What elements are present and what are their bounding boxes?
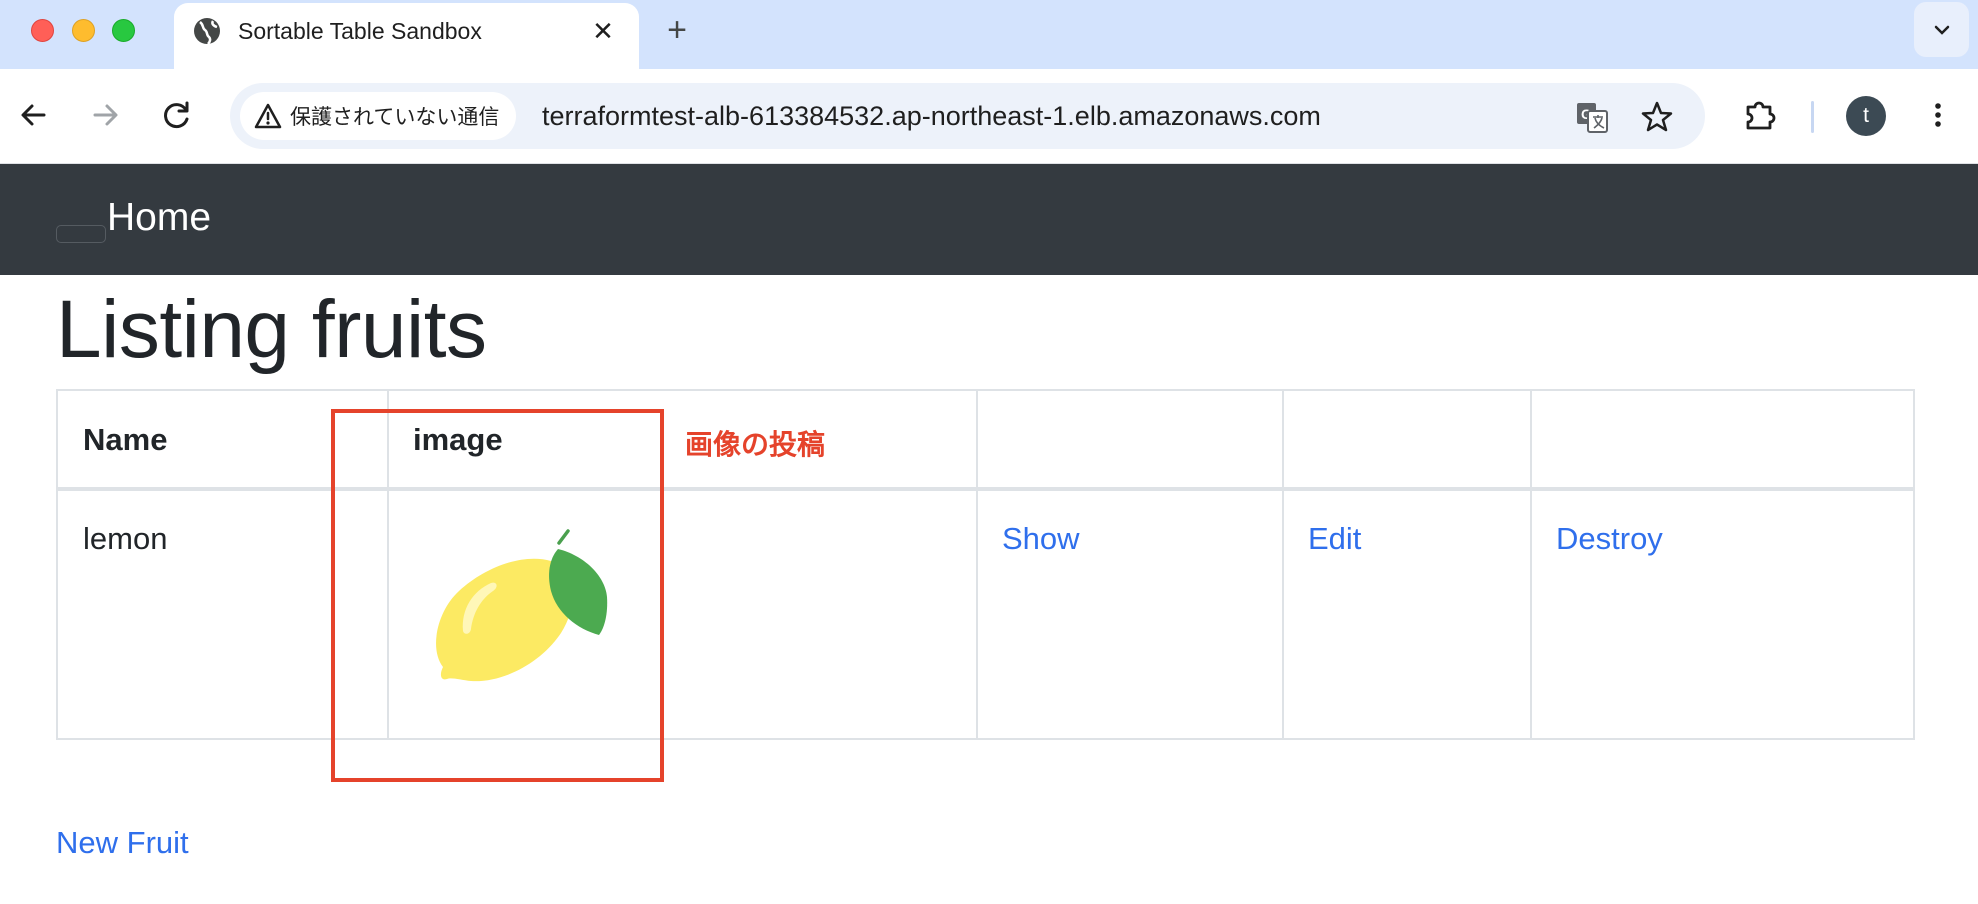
browser-menu-button[interactable] (1918, 95, 1958, 135)
window-close-button[interactable] (31, 19, 54, 42)
annotation-label: 画像の投稿 (685, 429, 826, 460)
security-label: 保護されていない通信 (290, 106, 500, 129)
bookmark-star-icon[interactable] (1640, 100, 1674, 134)
column-divider (1530, 391, 1532, 738)
browser-tab-active[interactable]: Sortable Table Sandbox ✕ (174, 3, 639, 69)
tab-title: Sortable Table Sandbox (238, 18, 482, 44)
column-header-name: Name (83, 422, 168, 457)
reload-button[interactable] (157, 95, 197, 135)
window-minimize-button[interactable] (72, 19, 95, 42)
profile-avatar[interactable]: t (1846, 96, 1886, 136)
site-navbar: Home (0, 164, 1978, 275)
new-tab-button[interactable]: + (662, 12, 692, 48)
warning-icon (254, 103, 282, 129)
window-maximize-button[interactable] (112, 19, 135, 42)
browser-toolbar: 保護されていない通信 terraformtest-alb-613384532.a… (0, 69, 1978, 164)
navbar-toggler-button[interactable] (56, 225, 106, 243)
column-divider (1282, 391, 1284, 738)
extensions-button[interactable] (1740, 95, 1780, 135)
globe-icon (194, 18, 220, 45)
address-bar[interactable]: 保護されていない通信 terraformtest-alb-613384532.a… (230, 83, 1705, 149)
tab-close-icon[interactable]: ✕ (588, 16, 618, 46)
toolbar-separator (1811, 101, 1814, 133)
page-title: Listing fruits (56, 284, 487, 375)
destroy-link[interactable]: Destroy (1556, 521, 1663, 557)
browser-tabstrip: Sortable Table Sandbox ✕ + (0, 0, 1978, 69)
edit-link[interactable]: Edit (1308, 521, 1361, 557)
arrow-right-icon (93, 104, 118, 126)
reload-icon (164, 101, 189, 129)
translate-icon[interactable]: G (1575, 100, 1609, 134)
new-fruit-link[interactable]: New Fruit (56, 825, 189, 861)
annotation-highlight-box (331, 409, 664, 782)
forward-button[interactable] (85, 95, 125, 135)
back-button[interactable] (14, 95, 54, 135)
arrow-left-icon (21, 104, 46, 126)
puzzle-icon (1746, 101, 1776, 130)
url-text[interactable]: terraformtest-alb-613384532.ap-northeast… (542, 101, 1321, 132)
chevron-down-icon (1934, 25, 1950, 35)
show-link[interactable]: Show (1002, 521, 1080, 557)
tab-search-button[interactable] (1914, 2, 1969, 57)
more-vertical-icon (1935, 103, 1941, 127)
column-divider (976, 391, 978, 738)
site-security-chip[interactable]: 保護されていない通信 (240, 92, 517, 140)
navbar-home-link[interactable]: Home (107, 196, 211, 240)
fruit-name-cell: lemon (83, 521, 168, 556)
